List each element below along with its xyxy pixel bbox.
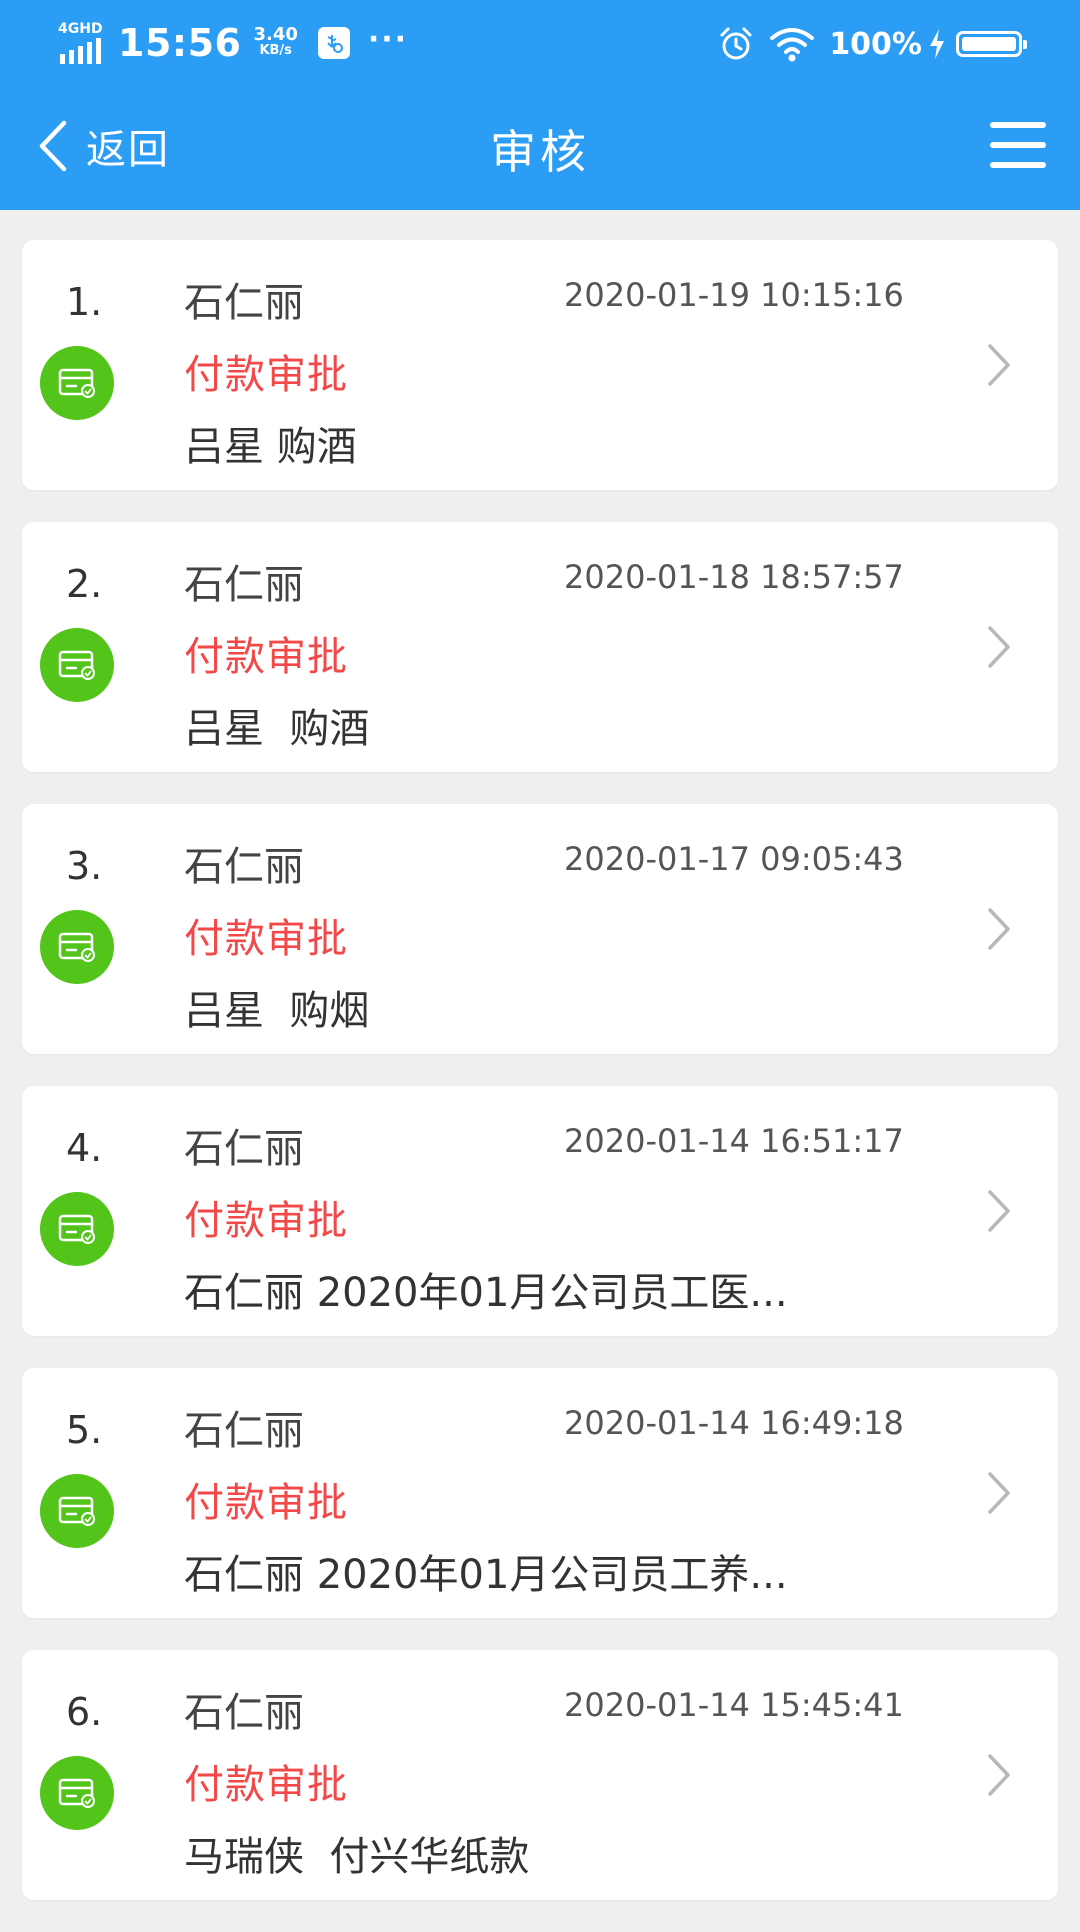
item-description: 马瑞侠 付兴华纸款 xyxy=(184,1834,530,1880)
list-item[interactable]: 6. 石仁丽 2020-01-14 15:45:41 付款审批马瑞侠 付兴华纸款 xyxy=(22,1650,1058,1900)
item-type: 付款审批 xyxy=(184,352,348,398)
list-item[interactable]: 2. 石仁丽 2020-01-18 18:57:57 付款审批吕星 购酒 xyxy=(22,522,1058,772)
list-item[interactable]: 5. 石仁丽 2020-01-14 16:49:18 付款审批石仁丽 2020年01月… xyxy=(22,1368,1058,1618)
network-speed: 3.40 KB/s xyxy=(253,24,298,59)
item-description: 吕星 购烟 xyxy=(184,988,370,1034)
item-type: 付款审批 xyxy=(184,1762,348,1808)
item-index: 5. xyxy=(66,1408,103,1452)
menu-button[interactable] xyxy=(990,122,1046,168)
item-applicant: 石仁丽 xyxy=(184,280,304,326)
payment-approval-icon xyxy=(40,628,114,702)
item-description: 吕星 购酒 xyxy=(184,706,370,752)
menu-icon xyxy=(990,122,1046,128)
chevron-right-icon xyxy=(984,1750,1014,1800)
item-timestamp: 2020-01-19 10:15:16 xyxy=(564,276,904,314)
chevron-right-icon xyxy=(984,1186,1014,1236)
list-item[interactable]: 1. 石仁丽 2020-01-19 10:15:16 付款审批吕星 购酒 xyxy=(22,240,1058,490)
item-type: 付款审批 xyxy=(184,634,348,680)
chevron-right-icon xyxy=(984,340,1014,390)
item-index: 3. xyxy=(66,844,103,888)
usb-icon xyxy=(317,27,350,59)
wifi-icon xyxy=(770,28,815,62)
chevron-right-icon xyxy=(984,904,1014,954)
item-type: 付款审批 xyxy=(184,1198,348,1244)
item-timestamp: 2020-01-14 16:49:18 xyxy=(564,1404,904,1442)
network-speed-unit: KB/s xyxy=(259,43,292,58)
item-timestamp: 2020-01-14 15:45:41 xyxy=(564,1686,904,1724)
signal-icon: 4GHD xyxy=(58,20,106,66)
chevron-right-icon xyxy=(984,1468,1014,1518)
item-index: 4. xyxy=(66,1126,103,1170)
item-applicant: 石仁丽 xyxy=(184,562,304,608)
more-notifications-icon: ··· xyxy=(367,21,409,57)
page-title: 审核 xyxy=(490,125,590,179)
payment-approval-icon xyxy=(40,1756,114,1830)
list-item[interactable]: 4. 石仁丽 2020-01-14 16:51:17 付款审批石仁丽 2020年01月… xyxy=(22,1086,1058,1336)
item-applicant: 石仁丽 xyxy=(184,844,304,890)
item-timestamp: 2020-01-18 18:57:57 xyxy=(564,558,904,596)
approval-list: 1. 石仁丽 2020-01-19 10:15:16 付款审批 吕星 购酒 2. 石仁丽 20… xyxy=(22,240,1058,1932)
app-header: 4GHD 15:56 3.40 KB/s ··· 100% 返回 审核 xyxy=(0,0,1080,210)
payment-approval-icon xyxy=(40,1192,114,1266)
status-time: 15:56 xyxy=(118,21,242,65)
nav-bar: 返回 审核 xyxy=(0,86,1080,210)
item-description: 石仁丽 2020年01月公司员工医... xyxy=(184,1270,788,1316)
item-index: 6. xyxy=(66,1690,103,1734)
item-index: 1. xyxy=(66,280,103,324)
item-type: 付款审批 xyxy=(184,916,348,962)
item-timestamp: 2020-01-17 09:05:43 xyxy=(564,840,904,878)
battery-percent: 100% xyxy=(829,26,922,62)
network-type: 4GHD xyxy=(58,21,103,37)
item-applicant: 石仁丽 xyxy=(184,1126,304,1172)
payment-approval-icon xyxy=(40,1474,114,1548)
status-bar-left: 4GHD 15:56 3.40 KB/s ··· xyxy=(58,18,408,68)
item-applicant: 石仁丽 xyxy=(184,1408,304,1454)
chevron-right-icon xyxy=(984,622,1014,672)
item-timestamp: 2020-01-14 16:51:17 xyxy=(564,1122,904,1160)
item-description: 石仁丽 2020年01月公司员工养... xyxy=(184,1552,788,1598)
item-type: 付款审批 xyxy=(184,1480,348,1526)
battery-icon xyxy=(956,31,1027,57)
item-description: 吕星 购酒 xyxy=(184,424,357,470)
status-bar: 4GHD 15:56 3.40 KB/s ··· 100% xyxy=(0,0,1080,86)
list-item[interactable]: 3. 石仁丽 2020-01-17 09:05:43 付款审批吕星 购烟 xyxy=(22,804,1058,1054)
status-bar-right: 100% xyxy=(717,22,1027,66)
payment-approval-icon xyxy=(40,910,114,984)
item-applicant: 石仁丽 xyxy=(184,1690,304,1736)
alarm-icon xyxy=(720,27,752,60)
item-index: 2. xyxy=(66,562,103,606)
payment-approval-icon xyxy=(40,346,114,420)
network-speed-value: 3.40 xyxy=(253,24,298,45)
charging-icon xyxy=(930,29,944,59)
